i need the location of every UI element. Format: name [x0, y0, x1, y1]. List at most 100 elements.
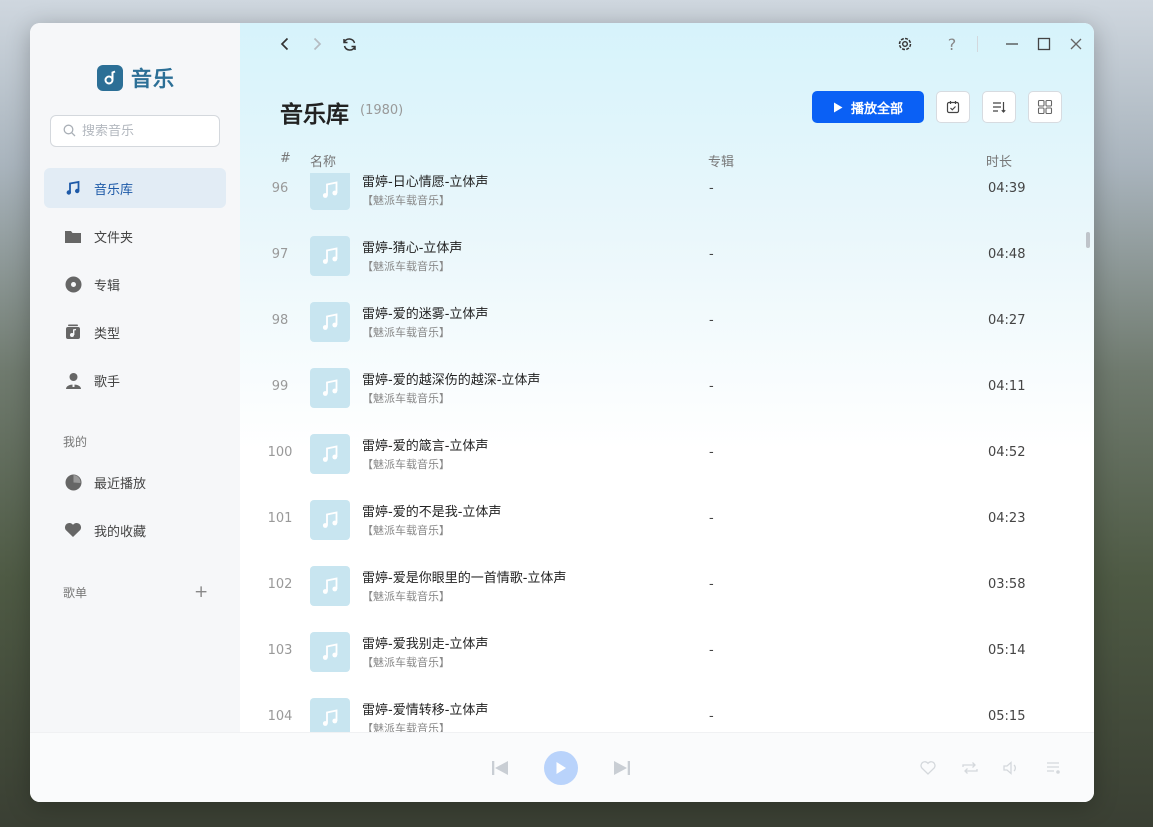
repeat-button[interactable]	[960, 758, 980, 778]
library-nav: 音乐库 文件夹 专辑 类型 歌手	[44, 168, 226, 408]
sidebar-item-albums[interactable]: 专辑	[44, 264, 226, 304]
volume-button[interactable]	[1002, 758, 1022, 778]
titlebar-divider	[977, 36, 978, 52]
grid-view-button[interactable]	[1028, 91, 1062, 123]
song-artist: 【魅派车载音乐】	[362, 524, 450, 537]
song-artist: 【魅派车载音乐】	[362, 656, 450, 669]
app-logo: 音乐	[97, 63, 175, 93]
sidebar-item-music-library[interactable]: 音乐库	[44, 168, 226, 208]
sidebar-item-favorites[interactable]: 我的收藏	[44, 510, 226, 550]
settings-button[interactable]	[894, 33, 916, 55]
song-title: 雷婷-爱是你眼里的一首情歌-立体声	[362, 571, 567, 586]
mine-section-label: 我的	[63, 435, 88, 449]
recent-clock-icon	[64, 473, 82, 491]
song-duration: 03:58	[988, 577, 1026, 592]
checklist-icon	[946, 101, 960, 114]
close-button[interactable]	[1065, 33, 1087, 55]
song-title: 雷婷-爱的越深伤的越深-立体声	[362, 373, 541, 388]
playlist-icon	[1047, 762, 1060, 774]
folder-icon	[64, 227, 82, 245]
track-index: 101	[267, 511, 293, 526]
song-album: -	[709, 709, 714, 724]
sidebar-item-label: 文件夹	[94, 230, 134, 246]
favorite-button[interactable]	[918, 758, 938, 778]
track-index: 103	[267, 643, 293, 658]
sidebar-item-label: 专辑	[94, 278, 121, 294]
song-title: 雷婷-爱情转移-立体声	[362, 703, 489, 718]
table-row[interactable]: 97 雷婷-猜心-立体声 【魅派车载音乐】 - 04:48	[240, 225, 1094, 291]
column-name[interactable]: 名称	[310, 151, 336, 170]
play-queue-button[interactable]	[1044, 758, 1064, 778]
table-row[interactable]: 101 雷婷-爱的不是我-立体声 【魅派车载音乐】 - 04:23	[240, 489, 1094, 555]
play-all-button[interactable]: 播放全部	[812, 91, 924, 123]
main-panel: ? 音乐库 (1980) 播放全部 # 名称 专辑 时长 96 雷婷-日心情愿-…	[240, 23, 1094, 732]
play-icon	[833, 102, 843, 112]
album-cover	[310, 566, 350, 606]
help-button[interactable]: ?	[941, 33, 963, 55]
gear-icon	[898, 37, 912, 51]
skip-next-icon	[614, 761, 630, 775]
track-index: 104	[267, 709, 293, 724]
sidebar-item-label: 类型	[94, 326, 121, 342]
sidebar-item-label: 最近播放	[94, 476, 147, 492]
mine-nav: 最近播放 我的收藏	[44, 462, 226, 558]
song-album: -	[709, 181, 714, 196]
table-row[interactable]: 99 雷婷-爱的越深伤的越深-立体声 【魅派车载音乐】 - 04:11	[240, 357, 1094, 423]
music-note-icon	[64, 179, 82, 197]
table-row[interactable]: 102 雷婷-爱是你眼里的一首情歌-立体声 【魅派车载音乐】 - 03:58	[240, 555, 1094, 621]
sidebar-item-recent[interactable]: 最近播放	[44, 462, 226, 502]
song-title: 雷婷-爱的不是我-立体声	[362, 505, 502, 520]
forward-button[interactable]	[306, 33, 328, 55]
column-index: #	[280, 151, 291, 166]
sidebar-item-folders[interactable]: 文件夹	[44, 216, 226, 256]
track-index: 100	[267, 445, 293, 460]
back-button[interactable]	[274, 33, 296, 55]
play-all-label: 播放全部	[850, 101, 903, 117]
music-note-icon	[322, 445, 338, 462]
refresh-button[interactable]	[338, 33, 360, 55]
sidebar-item-singers[interactable]: 歌手	[44, 360, 226, 400]
volume-icon	[1003, 761, 1016, 775]
sidebar-item-genres[interactable]: 类型	[44, 312, 226, 352]
genre-icon	[64, 323, 82, 341]
column-album[interactable]: 专辑	[708, 151, 734, 170]
song-duration: 04:39	[988, 181, 1026, 196]
search-icon	[63, 122, 76, 141]
table-row[interactable]: 100 雷婷-爱的箴言-立体声 【魅派车载音乐】 - 04:52	[240, 423, 1094, 489]
music-note-icon	[322, 511, 338, 528]
play-pause-button[interactable]	[544, 751, 578, 785]
app-name: 音乐	[131, 67, 175, 91]
search-input[interactable]	[82, 123, 202, 139]
music-note-icon	[322, 577, 338, 594]
next-button[interactable]	[610, 756, 634, 780]
previous-button[interactable]	[488, 756, 512, 780]
column-duration[interactable]: 时长	[986, 151, 1012, 170]
song-album: -	[709, 643, 714, 658]
maximize-button[interactable]	[1033, 33, 1055, 55]
add-playlist-button[interactable]: +	[194, 582, 208, 602]
minimize-button[interactable]	[1001, 33, 1023, 55]
song-album: -	[709, 577, 714, 592]
song-duration: 04:11	[988, 379, 1026, 394]
scrollbar-thumb[interactable]	[1086, 232, 1090, 248]
refresh-icon	[342, 37, 356, 51]
song-artist: 【魅派车载音乐】	[362, 326, 450, 339]
maximize-icon	[1037, 37, 1051, 51]
play-icon	[556, 762, 566, 774]
album-cover	[310, 434, 350, 474]
table-row[interactable]: 96 雷婷-日心情愿-立体声 【魅派车载音乐】 - 04:39	[240, 173, 1094, 225]
table-row[interactable]: 104 雷婷-爱情转移-立体声 【魅派车载音乐】 - 05:15	[240, 687, 1094, 732]
song-list-inner: 96 雷婷-日心情愿-立体声 【魅派车载音乐】 - 04:39 97 雷婷-猜心-立体声 【魅…	[240, 173, 1094, 732]
song-duration: 04:27	[988, 313, 1026, 328]
album-cover	[310, 302, 350, 342]
sort-button[interactable]	[982, 91, 1016, 123]
song-album: -	[709, 247, 714, 262]
table-row[interactable]: 103 雷婷-爱我别走-立体声 【魅派车载音乐】 - 05:14	[240, 621, 1094, 687]
search-box[interactable]	[50, 115, 220, 147]
song-title: 雷婷-爱的迷雾-立体声	[362, 307, 489, 322]
player-bar	[30, 732, 1094, 802]
album-cover	[310, 173, 350, 210]
table-row[interactable]: 98 雷婷-爱的迷雾-立体声 【魅派车载音乐】 - 04:27	[240, 291, 1094, 357]
multi-select-button[interactable]	[936, 91, 970, 123]
sidebar: 音乐 音乐库 文件夹	[30, 23, 240, 732]
